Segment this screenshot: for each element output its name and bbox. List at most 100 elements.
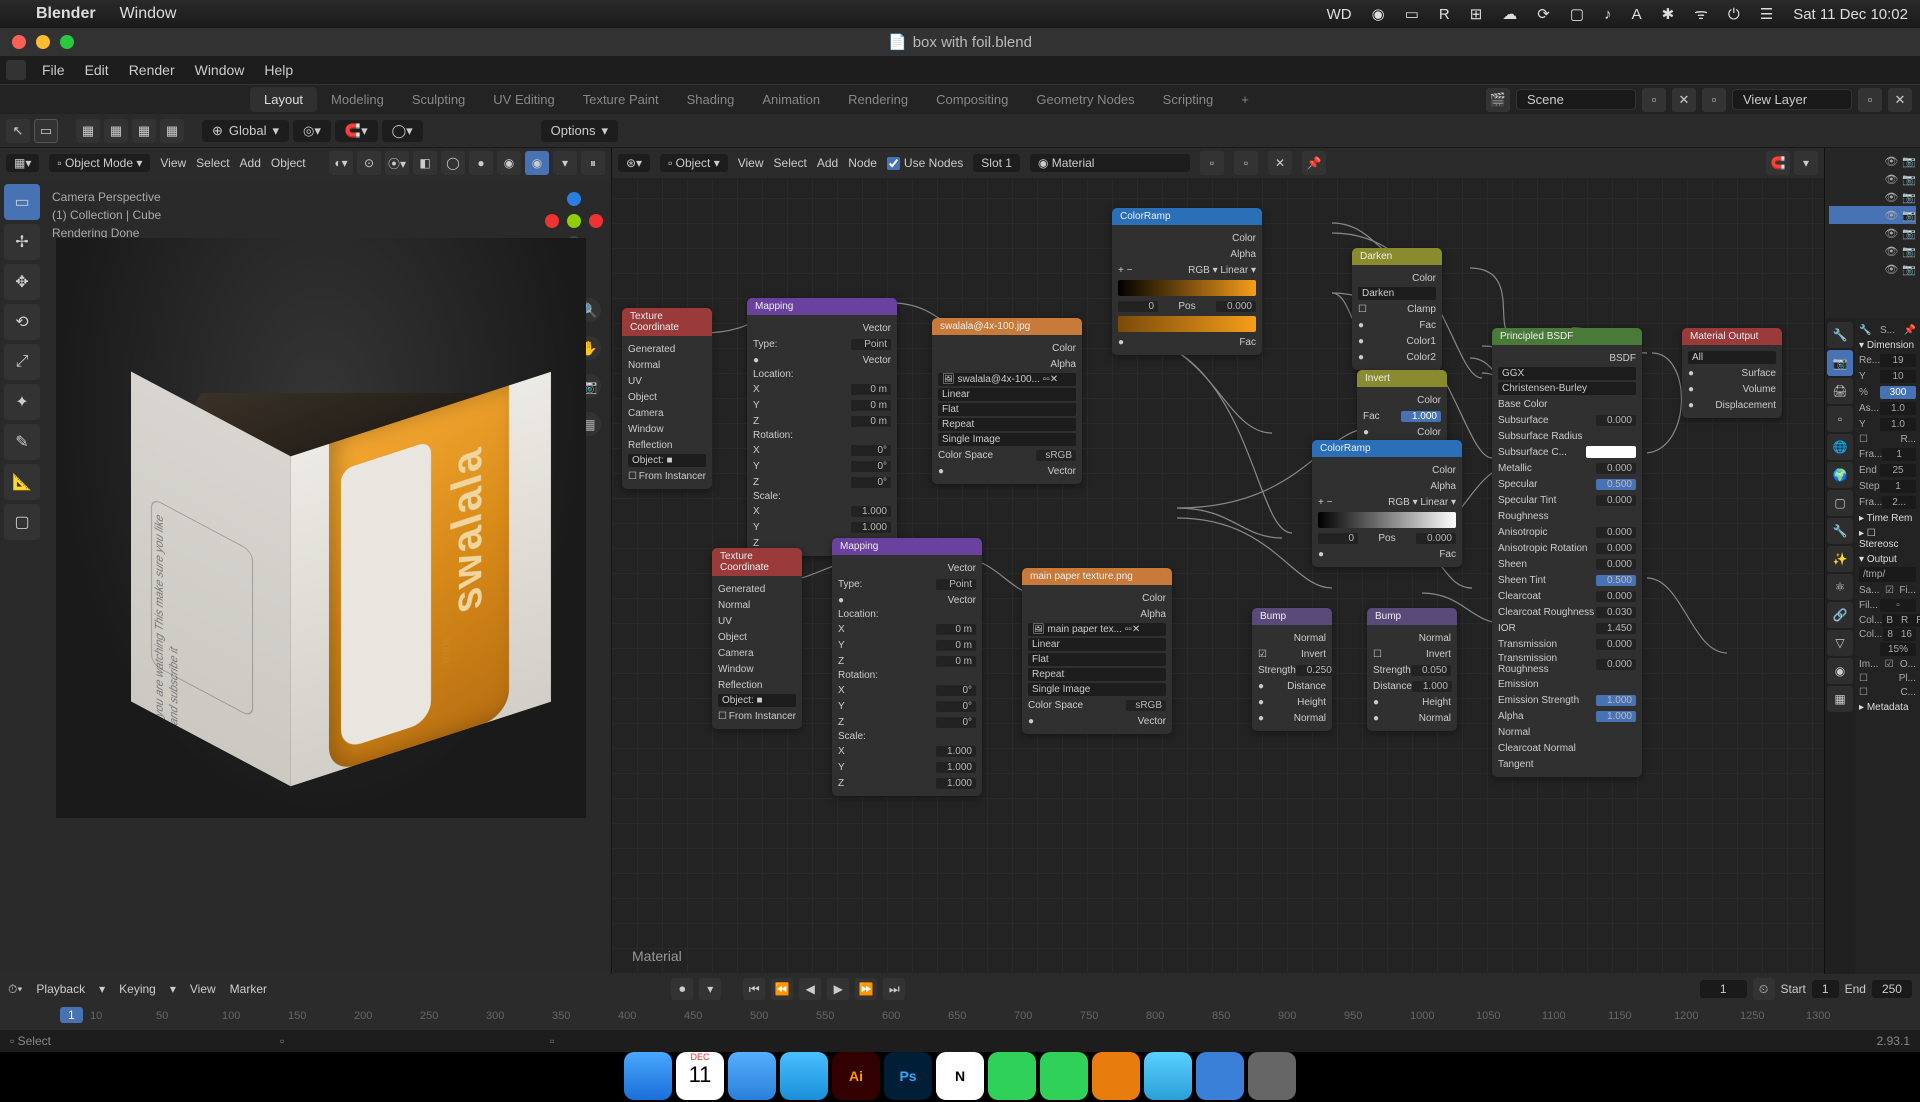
shade-wireframe-icon[interactable]: ◯ bbox=[441, 151, 465, 175]
prop-tab-tool[interactable]: 🔧 bbox=[1827, 322, 1853, 348]
dock-messages-icon[interactable] bbox=[988, 1052, 1036, 1100]
frame-start-input[interactable]: 1 bbox=[1812, 980, 1839, 998]
tool-annotate[interactable]: ✎ bbox=[4, 424, 40, 460]
mat-new-icon[interactable]: ▫ bbox=[1234, 151, 1258, 175]
tool-measure[interactable]: 📐 bbox=[4, 464, 40, 500]
jump-end-icon[interactable]: ⏭ bbox=[883, 978, 905, 1000]
node-mix-darken[interactable]: Darken Color Darken ☐ Clamp ● Fac ● Colo… bbox=[1352, 248, 1442, 370]
blender-logo-icon[interactable] bbox=[6, 60, 26, 80]
shade-solid-icon[interactable]: ● bbox=[469, 151, 493, 175]
shade-rendered-icon[interactable]: ◉ bbox=[525, 151, 549, 175]
node-principled-bsdf[interactable]: Principled BSDF BSDF GGX Christensen-Bur… bbox=[1492, 328, 1642, 777]
ne-editor-type-icon[interactable]: ⊛▾ bbox=[618, 154, 650, 172]
material-name-input[interactable]: ◉ Material bbox=[1030, 154, 1190, 172]
node-texture-coordinate[interactable]: Texture Coordinate Generated Normal UV O… bbox=[622, 308, 712, 489]
viewlayer-delete-button[interactable]: ✕ bbox=[1888, 88, 1912, 112]
snap-dropdown[interactable]: 🧲▾ bbox=[335, 120, 378, 142]
frame-clock-icon[interactable]: ⏲ bbox=[1753, 978, 1775, 1000]
ne-menu-add[interactable]: Add bbox=[817, 156, 838, 170]
outliner[interactable]: 👁📷 👁📷 👁📷 👁📷 👁📷 👁📷 👁📷 bbox=[1825, 148, 1920, 318]
menu-help[interactable]: Help bbox=[254, 58, 303, 82]
shade-matprev-icon[interactable]: ◉ bbox=[497, 151, 521, 175]
tab-sculpting[interactable]: Sculpting bbox=[398, 87, 479, 112]
node-colorramp-2[interactable]: ColorRamp Color Alpha + −RGB ▾ Linear ▾ … bbox=[1312, 440, 1462, 567]
overlay-icon[interactable]: ⊙ bbox=[357, 151, 381, 175]
camera-icon[interactable]: 📷 bbox=[1902, 155, 1916, 168]
tab-modeling[interactable]: Modeling bbox=[317, 87, 398, 112]
dock-trash-icon[interactable] bbox=[1248, 1052, 1296, 1100]
snap-grid-icon[interactable]: ▦ bbox=[76, 119, 100, 143]
snap-pref-icon[interactable]: ▦ bbox=[104, 119, 128, 143]
menubar-app[interactable]: Blender bbox=[36, 5, 96, 23]
tool-select-box[interactable]: ▭ bbox=[4, 184, 40, 220]
dock-calendar-icon[interactable]: DEC11 bbox=[676, 1052, 724, 1100]
scene-delete-button[interactable]: ✕ bbox=[1672, 88, 1696, 112]
node-mapping-2[interactable]: Mapping Vector Type:Point ● Vector Locat… bbox=[832, 538, 982, 796]
ne-menu-node[interactable]: Node bbox=[848, 156, 877, 170]
node-image-texture-1[interactable]: swalala@4x-100.jpg Color Alpha 🖼 swalala… bbox=[932, 318, 1082, 484]
status-sound-icon[interactable]: ♪ bbox=[1604, 6, 1612, 23]
status-bt-icon[interactable]: ✱ bbox=[1662, 5, 1675, 23]
node-bump-2[interactable]: Bump Normal ☐ Invert Strength0.050 Dista… bbox=[1367, 608, 1457, 731]
slot-dropdown[interactable]: Slot 1 bbox=[973, 154, 1020, 172]
options-dropdown[interactable]: Options ▾ bbox=[541, 120, 618, 142]
ne-snap-icon[interactable]: 🧲 bbox=[1766, 151, 1790, 175]
minimize-window-button[interactable] bbox=[36, 35, 50, 49]
prop-tab-physics[interactable]: ⚛ bbox=[1827, 574, 1853, 600]
tl-keying[interactable]: Keying bbox=[119, 982, 156, 996]
menubar-clock[interactable]: Sat 11 Dec 10:02 bbox=[1793, 6, 1908, 23]
node-material-output[interactable]: Material Output All ● Surface ● Volume ●… bbox=[1682, 328, 1782, 418]
prop-tab-particles[interactable]: ✨ bbox=[1827, 546, 1853, 572]
mode-dropdown[interactable]: ▫ Object Mode ▾ bbox=[49, 154, 150, 172]
dock-app2-icon[interactable] bbox=[1196, 1052, 1244, 1100]
node-texture-coordinate-2[interactable]: Texture Coordinate Generated Normal UV O… bbox=[712, 548, 802, 729]
viewport-render[interactable]: you are watching This make sure you like… bbox=[56, 238, 586, 818]
timeline-ruler[interactable]: 1 10501001502002503003504004505005506006… bbox=[0, 1004, 1920, 1030]
viewlayer-browse-icon[interactable]: ▫ bbox=[1702, 88, 1726, 112]
vp-menu-add[interactable]: Add bbox=[240, 156, 261, 170]
play-icon[interactable]: ▶ bbox=[827, 978, 849, 1000]
status-r-icon[interactable]: R bbox=[1439, 6, 1450, 23]
autokey-icon[interactable]: ⏺ bbox=[671, 978, 693, 1000]
dock-safari-icon[interactable] bbox=[780, 1052, 828, 1100]
prop-tab-material[interactable]: ◉ bbox=[1827, 658, 1853, 684]
dock-photoshop-icon[interactable]: Ps bbox=[884, 1052, 932, 1100]
menu-window[interactable]: Window bbox=[185, 58, 255, 82]
node-bump-1[interactable]: Bump Normal ☑ Invert Strength0.250 ● Dis… bbox=[1252, 608, 1332, 731]
status-wifi-icon[interactable]: ᯤ bbox=[1694, 4, 1708, 24]
tl-playback[interactable]: Playback bbox=[36, 982, 85, 996]
tool-transform[interactable]: ✦ bbox=[4, 384, 40, 420]
snap-pref2-icon[interactable]: ▦ bbox=[132, 119, 156, 143]
tab-geonodes[interactable]: Geometry Nodes bbox=[1022, 87, 1148, 112]
node-image-texture-2[interactable]: main paper texture.png Color Alpha 🖼 mai… bbox=[1022, 568, 1172, 734]
ne-menu-view[interactable]: View bbox=[738, 156, 764, 170]
tool-cursor[interactable]: ✢ bbox=[4, 224, 40, 260]
jump-prevkey-icon[interactable]: ⏪ bbox=[771, 978, 793, 1000]
dock-finder-icon[interactable] bbox=[624, 1052, 672, 1100]
prop-tab-object[interactable]: ▢ bbox=[1827, 490, 1853, 516]
viewlayer-new-button[interactable]: ▫ bbox=[1858, 88, 1882, 112]
snap-pref3-icon[interactable]: ▦ bbox=[160, 119, 184, 143]
tab-add[interactable]: + bbox=[1227, 87, 1263, 112]
prop-tab-viewlayer[interactable]: ▫ bbox=[1827, 406, 1853, 432]
status-lang-icon[interactable]: A bbox=[1632, 6, 1642, 23]
playhead[interactable]: 1 bbox=[60, 1007, 83, 1023]
status-puzzle-icon[interactable]: ⊞ bbox=[1470, 5, 1483, 23]
node-mapping[interactable]: Mapping Vector Type:Point ● Vector Locat… bbox=[747, 298, 897, 556]
editor-type-icon[interactable]: ▦▾ bbox=[6, 154, 39, 172]
tl-marker[interactable]: Marker bbox=[230, 982, 267, 996]
pivot-dropdown[interactable]: ◎▾ bbox=[293, 120, 331, 142]
jump-start-icon[interactable]: ⏮ bbox=[743, 978, 765, 1000]
tab-shading[interactable]: Shading bbox=[673, 87, 749, 112]
frame-current-input[interactable]: 1 bbox=[1700, 980, 1747, 998]
status-cloud-icon[interactable]: ◉ bbox=[1372, 5, 1385, 23]
scene-browse-icon[interactable]: 🎬 bbox=[1486, 88, 1510, 112]
eye-icon[interactable]: 👁 bbox=[1884, 155, 1898, 168]
mat-pin-icon[interactable]: 📌 bbox=[1302, 151, 1326, 175]
jump-nextkey-icon[interactable]: ⏩ bbox=[855, 978, 877, 1000]
tab-rendering[interactable]: Rendering bbox=[834, 87, 922, 112]
viewlayer-name-input[interactable]: View Layer bbox=[1732, 89, 1852, 110]
prop-tab-data[interactable]: ▽ bbox=[1827, 630, 1853, 656]
ne-mode-dropdown[interactable]: ▫ Object ▾ bbox=[660, 154, 728, 172]
vp-menu-view[interactable]: View bbox=[160, 156, 186, 170]
